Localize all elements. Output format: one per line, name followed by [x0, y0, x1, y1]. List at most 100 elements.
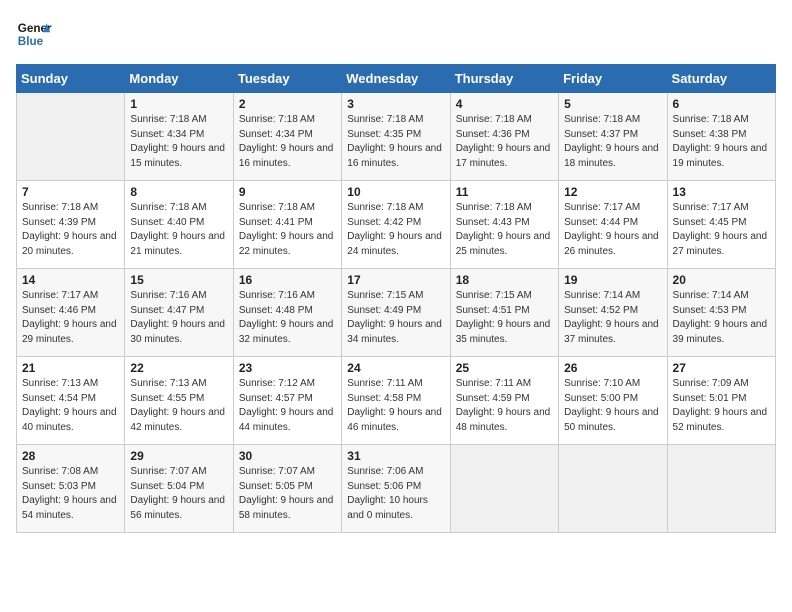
calendar-cell: 6 Sunrise: 7:18 AMSunset: 4:38 PMDaylight… [667, 93, 775, 181]
calendar-cell: 1 Sunrise: 7:18 AMSunset: 4:34 PMDaylight… [125, 93, 233, 181]
logo-icon: General Blue [16, 16, 52, 52]
day-number: 7 [22, 185, 119, 199]
day-info: Sunrise: 7:07 AMSunset: 5:05 PMDaylight:… [239, 465, 336, 523]
calendar-cell: 9 Sunrise: 7:18 AMSunset: 4:41 PMDaylight… [233, 181, 341, 269]
day-number: 13 [673, 185, 770, 199]
day-info: Sunrise: 7:18 AMSunset: 4:41 PMDaylight:… [239, 201, 336, 259]
day-info: Sunrise: 7:17 AMSunset: 4:45 PMDaylight:… [673, 201, 770, 259]
calendar-cell: 25 Sunrise: 7:11 AMSunset: 4:59 PMDayligh… [450, 357, 558, 445]
calendar-cell [450, 445, 558, 533]
calendar-cell: 16 Sunrise: 7:16 AMSunset: 4:48 PMDayligh… [233, 269, 341, 357]
day-number: 22 [130, 361, 227, 375]
calendar-cell: 11 Sunrise: 7:18 AMSunset: 4:43 PMDayligh… [450, 181, 558, 269]
calendar-cell: 3 Sunrise: 7:18 AMSunset: 4:35 PMDaylight… [342, 93, 450, 181]
day-info: Sunrise: 7:06 AMSunset: 5:06 PMDaylight:… [347, 465, 444, 523]
day-number: 20 [673, 273, 770, 287]
day-number: 2 [239, 97, 336, 111]
day-info: Sunrise: 7:08 AMSunset: 5:03 PMDaylight:… [22, 465, 119, 523]
calendar-cell: 27 Sunrise: 7:09 AMSunset: 5:01 PMDayligh… [667, 357, 775, 445]
day-number: 17 [347, 273, 444, 287]
calendar-cell: 22 Sunrise: 7:13 AMSunset: 4:55 PMDayligh… [125, 357, 233, 445]
calendar-cell: 10Sunrise: 7:18 AMSunset: 4:42 PMDayligh… [342, 181, 450, 269]
calendar-cell: 2 Sunrise: 7:18 AMSunset: 4:34 PMDaylight… [233, 93, 341, 181]
day-info: Sunrise: 7:12 AMSunset: 4:57 PMDaylight:… [239, 377, 336, 435]
day-number: 16 [239, 273, 336, 287]
day-info: Sunrise: 7:15 AMSunset: 4:49 PMDaylight:… [347, 289, 444, 347]
page-header: General Blue [16, 16, 776, 52]
logo: General Blue [16, 16, 56, 52]
day-number: 8 [130, 185, 227, 199]
calendar-cell: 4Sunrise: 7:18 AMSunset: 4:36 PMDaylight… [450, 93, 558, 181]
calendar-cell: 21 Sunrise: 7:13 AMSunset: 4:54 PMDayligh… [17, 357, 125, 445]
day-number: 18 [456, 273, 553, 287]
calendar-cell [667, 445, 775, 533]
weekday-header: Tuesday [233, 65, 341, 93]
day-info: Sunrise: 7:18 AMSunset: 4:35 PMDaylight:… [347, 113, 444, 171]
weekday-header: Friday [559, 65, 667, 93]
day-info: Sunrise: 7:07 AMSunset: 5:04 PMDaylight:… [130, 465, 227, 523]
day-info: Sunrise: 7:17 AMSunset: 4:44 PMDaylight:… [564, 201, 661, 259]
calendar-cell: 23 Sunrise: 7:12 AMSunset: 4:57 PMDayligh… [233, 357, 341, 445]
calendar-cell: 28 Sunrise: 7:08 AMSunset: 5:03 PMDayligh… [17, 445, 125, 533]
weekday-header: Monday [125, 65, 233, 93]
calendar-cell: 8 Sunrise: 7:18 AMSunset: 4:40 PMDaylight… [125, 181, 233, 269]
day-number: 14 [22, 273, 119, 287]
calendar-table: SundayMondayTuesdayWednesdayThursdayFrid… [16, 64, 776, 533]
day-info: Sunrise: 7:18 AMSunset: 4:34 PMDaylight:… [130, 113, 227, 171]
day-number: 28 [22, 449, 119, 463]
day-info: Sunrise: 7:11 AMSunset: 4:59 PMDaylight:… [456, 377, 553, 435]
day-number: 26 [564, 361, 661, 375]
day-info: Sunrise: 7:17 AMSunset: 4:46 PMDaylight:… [22, 289, 119, 347]
day-info: Sunrise: 7:14 AMSunset: 4:52 PMDaylight:… [564, 289, 661, 347]
weekday-header: Sunday [17, 65, 125, 93]
calendar-cell: 15Sunrise: 7:16 AMSunset: 4:47 PMDayligh… [125, 269, 233, 357]
calendar-cell [559, 445, 667, 533]
day-info: Sunrise: 7:09 AMSunset: 5:01 PMDaylight:… [673, 377, 770, 435]
calendar-cell: 5 Sunrise: 7:18 AMSunset: 4:37 PMDaylight… [559, 93, 667, 181]
day-info: Sunrise: 7:18 AMSunset: 4:42 PMDaylight:… [347, 201, 444, 259]
calendar-cell: 13 Sunrise: 7:17 AMSunset: 4:45 PMDayligh… [667, 181, 775, 269]
calendar-cell: 24 Sunrise: 7:11 AMSunset: 4:58 PMDayligh… [342, 357, 450, 445]
day-info: Sunrise: 7:18 AMSunset: 4:36 PMDaylight:… [456, 113, 553, 171]
day-number: 9 [239, 185, 336, 199]
day-number: 19 [564, 273, 661, 287]
day-number: 3 [347, 97, 444, 111]
day-number: 25 [456, 361, 553, 375]
calendar-cell: 20 Sunrise: 7:14 AMSunset: 4:53 PMDayligh… [667, 269, 775, 357]
day-info: Sunrise: 7:18 AMSunset: 4:34 PMDaylight:… [239, 113, 336, 171]
calendar-cell: 14 Sunrise: 7:17 AMSunset: 4:46 PMDayligh… [17, 269, 125, 357]
day-number: 21 [22, 361, 119, 375]
calendar-cell: 26 Sunrise: 7:10 AMSunset: 5:00 PMDayligh… [559, 357, 667, 445]
weekday-header: Wednesday [342, 65, 450, 93]
day-info: Sunrise: 7:13 AMSunset: 4:55 PMDaylight:… [130, 377, 227, 435]
calendar-cell: 18 Sunrise: 7:15 AMSunset: 4:51 PMDayligh… [450, 269, 558, 357]
day-number: 6 [673, 97, 770, 111]
calendar-header: SundayMondayTuesdayWednesdayThursdayFrid… [17, 65, 776, 93]
day-info: Sunrise: 7:18 AMSunset: 4:37 PMDaylight:… [564, 113, 661, 171]
day-number: 5 [564, 97, 661, 111]
day-number: 23 [239, 361, 336, 375]
day-number: 11 [456, 185, 553, 199]
day-number: 30 [239, 449, 336, 463]
day-info: Sunrise: 7:18 AMSunset: 4:40 PMDaylight:… [130, 201, 227, 259]
day-info: Sunrise: 7:18 AMSunset: 4:38 PMDaylight:… [673, 113, 770, 171]
calendar-cell: 19 Sunrise: 7:14 AMSunset: 4:52 PMDayligh… [559, 269, 667, 357]
day-info: Sunrise: 7:10 AMSunset: 5:00 PMDaylight:… [564, 377, 661, 435]
day-info: Sunrise: 7:11 AMSunset: 4:58 PMDaylight:… [347, 377, 444, 435]
svg-text:Blue: Blue [18, 35, 44, 48]
day-info: Sunrise: 7:18 AMSunset: 4:43 PMDaylight:… [456, 201, 553, 259]
day-info: Sunrise: 7:16 AMSunset: 4:48 PMDaylight:… [239, 289, 336, 347]
day-info: Sunrise: 7:13 AMSunset: 4:54 PMDaylight:… [22, 377, 119, 435]
day-number: 1 [130, 97, 227, 111]
day-info: Sunrise: 7:15 AMSunset: 4:51 PMDaylight:… [456, 289, 553, 347]
weekday-header: Thursday [450, 65, 558, 93]
day-number: 24 [347, 361, 444, 375]
day-number: 31 [347, 449, 444, 463]
day-number: 15 [130, 273, 227, 287]
day-number: 29 [130, 449, 227, 463]
day-number: 27 [673, 361, 770, 375]
weekday-header: Saturday [667, 65, 775, 93]
calendar-cell: 17 Sunrise: 7:15 AMSunset: 4:49 PMDayligh… [342, 269, 450, 357]
day-info: Sunrise: 7:14 AMSunset: 4:53 PMDaylight:… [673, 289, 770, 347]
calendar-cell: 31 Sunrise: 7:06 AMSunset: 5:06 PMDayligh… [342, 445, 450, 533]
